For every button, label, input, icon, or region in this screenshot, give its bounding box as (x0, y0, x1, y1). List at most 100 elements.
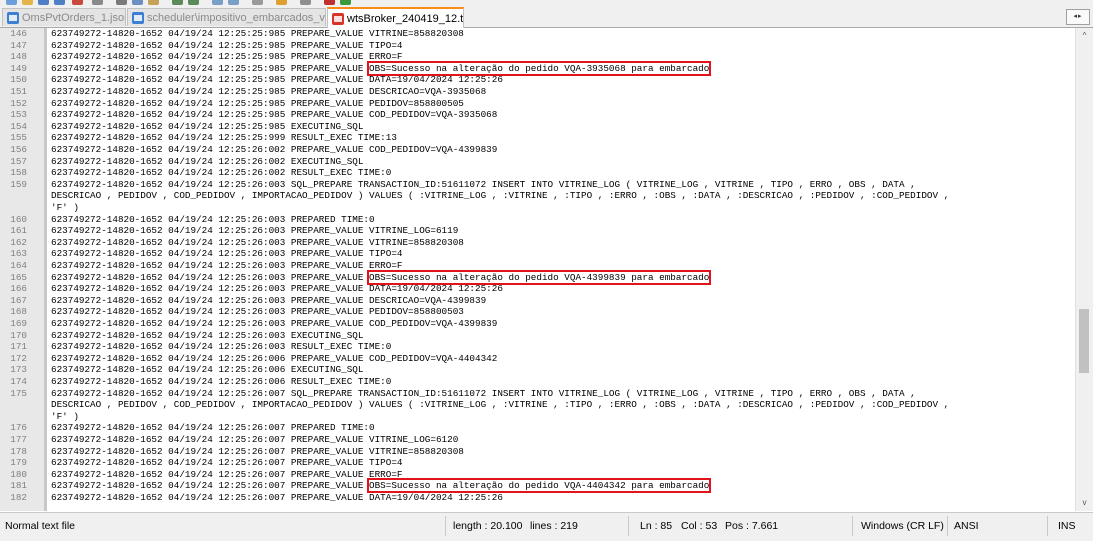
line-text: 623749272-14820-1652 04/19/24 12:25:26:0… (51, 434, 458, 446)
line-text: 623749272-14820-1652 04/19/24 12:25:25:9… (51, 121, 363, 133)
toolbar-print-icon[interactable] (92, 0, 103, 5)
toolbar-zoom-icon[interactable] (252, 0, 263, 5)
status-file-type: Normal text file (5, 520, 76, 532)
tab-omspvtorders-json[interactable]: OmsPvtOrders_1.json × (2, 8, 126, 26)
toolbar-replace-icon[interactable] (228, 0, 239, 5)
toolbar-copy-icon[interactable] (132, 0, 143, 5)
log-text: 623749272-14820-1652 04/19/24 12:25:26:0… (51, 341, 392, 353)
line-text: 623749272-14820-1652 04/19/24 12:25:26:0… (51, 492, 503, 504)
line-number: 177 (10, 434, 27, 445)
toolbar-wrap-icon[interactable] (300, 0, 311, 5)
status-bar: Normal text file length : 20.100 lines :… (0, 512, 1093, 541)
status-divider (852, 516, 853, 536)
toolbar-run-icon[interactable] (340, 0, 351, 5)
line-text: 623749272-14820-1652 04/19/24 12:25:26:0… (51, 179, 916, 191)
toolbar-sync-icon[interactable] (276, 0, 287, 5)
editor-line: 166 623749272-14820-1652 04/19/24 12:25:2… (0, 283, 1070, 295)
line-text: 623749272-14820-1652 04/19/24 12:25:26:0… (51, 167, 391, 179)
line-text: 'F' ) (51, 411, 79, 423)
status-divider (628, 516, 629, 536)
log-text: 623749272-14820-1652 04/19/24 12:25:26:0… (51, 213, 375, 225)
editor-line: 169 623749272-14820-1652 04/19/24 12:25:2… (0, 318, 1070, 330)
editor-line: DESCRICAO , PEDIDOV , COD_PEDIDOV , IMPO… (0, 399, 1070, 411)
line-number: 146 (10, 28, 27, 39)
line-number: 168 (10, 306, 27, 318)
log-text: 623749272-14820-1652 04/19/24 12:25:25:9… (51, 97, 464, 109)
scroll-up-arrow-icon[interactable]: ^ (1076, 29, 1093, 43)
status-length: length : 20.100 (453, 520, 523, 532)
editor-line: 'F' ) (0, 202, 1070, 214)
line-text: 623749272-14820-1652 04/19/24 12:25:26:0… (51, 457, 402, 469)
toolbar-paste-icon[interactable] (148, 0, 159, 5)
line-text: 623749272-14820-1652 04/19/24 12:25:25:9… (51, 98, 464, 110)
toolbar-open-icon[interactable] (22, 0, 33, 5)
editor-line: 156 623749272-14820-1652 04/19/24 12:25:2… (0, 144, 1070, 156)
toolbar-cut-icon[interactable] (116, 0, 127, 5)
line-number: 148 (10, 51, 27, 63)
toolbar-undo-icon[interactable] (172, 0, 183, 5)
log-text: 623749272-14820-1652 04/19/24 12:25:26:0… (51, 480, 370, 492)
blue-document-icon (7, 11, 19, 24)
status-position: Pos : 7.661 (725, 520, 779, 532)
editor-line: 170 623749272-14820-1652 04/19/24 12:25:2… (0, 330, 1070, 342)
line-number: 179 (10, 457, 27, 469)
text-editor[interactable]: 146 623749272-14820-1652 04/19/24 12:25:2… (0, 28, 1093, 511)
editor-line: 171 623749272-14820-1652 04/19/24 12:25:2… (0, 341, 1070, 353)
line-number: 160 (10, 213, 27, 225)
editor-line: 165 623749272-14820-1652 04/19/24 12:25:2… (0, 269, 1070, 285)
tab-scroll-arrows-icon[interactable]: ◂▸ (1066, 9, 1090, 25)
editor-line: 181 623749272-14820-1652 04/19/24 12:25:2… (0, 478, 1070, 494)
line-number: 165 (10, 271, 27, 283)
toolbar-macro-icon[interactable] (324, 0, 335, 5)
scrollbar-thumb[interactable] (1079, 309, 1089, 373)
toolbar-close-icon[interactable] (72, 0, 83, 5)
tab-wtsbroker-txt[interactable]: wtsBroker_240419_12.txt × (327, 7, 464, 28)
toolbar-new-icon[interactable] (6, 0, 17, 5)
editor-line: 157 623749272-14820-1652 04/19/24 12:25:2… (0, 156, 1070, 168)
log-text: 623749272-14820-1652 04/19/24 12:25:25:9… (51, 120, 364, 132)
log-text: 623749272-14820-1652 04/19/24 12:25:26:0… (51, 178, 916, 190)
status-lines: lines : 219 (530, 520, 578, 532)
editor-line: 175 623749272-14820-1652 04/19/24 12:25:2… (0, 388, 1070, 400)
line-number: 162 (10, 236, 27, 248)
vertical-scrollbar[interactable]: ^ v (1075, 28, 1093, 511)
line-text: 623749272-14820-1652 04/19/24 12:25:25:9… (51, 132, 397, 144)
highlighted-obs-text: OBS=Sucesso na alteração do pedido VQA-4… (367, 478, 712, 494)
log-text: 623749272-14820-1652 04/19/24 12:25:26:0… (51, 376, 392, 387)
highlighted-obs-text: OBS=Sucesso na alteração do pedido VQA-3… (367, 60, 712, 76)
tab-label: wtsBroker_240419_12.txt (347, 12, 464, 25)
line-number: 161 (10, 225, 27, 237)
toolbar-redo-icon[interactable] (188, 0, 199, 5)
log-text: 623749272-14820-1652 04/19/24 12:25:26:0… (51, 306, 464, 318)
line-number: 163 (10, 248, 27, 260)
line-text: 623749272-14820-1652 04/19/24 12:25:26:0… (51, 306, 464, 318)
line-text: 623749272-14820-1652 04/19/24 12:25:26:0… (51, 330, 363, 342)
line-text: 623749272-14820-1652 04/19/24 12:25:26:0… (51, 144, 497, 156)
line-text: 623749272-14820-1652 04/19/24 12:25:26:0… (51, 248, 402, 260)
scroll-down-arrow-icon[interactable]: v (1076, 496, 1093, 510)
toolbar-saveall-icon[interactable] (54, 0, 65, 5)
line-number: 158 (10, 167, 27, 179)
editor-line: 180 623749272-14820-1652 04/19/24 12:25:2… (0, 469, 1070, 481)
line-number: 150 (10, 74, 27, 86)
line-number: 182 (10, 492, 27, 503)
tab-scheduler-ini[interactable]: scheduler\impositivo_embarcados_vtex.ini… (127, 8, 326, 26)
toolbar-save-icon[interactable] (38, 0, 49, 5)
log-text: 623749272-14820-1652 04/19/24 12:25:25:9… (51, 86, 487, 97)
log-text: 623749272-14820-1652 04/19/24 12:25:26:0… (51, 352, 498, 364)
line-number: 153 (10, 109, 27, 121)
line-text: 623749272-14820-1652 04/19/24 12:25:26:0… (51, 341, 391, 353)
line-number: 156 (10, 144, 27, 155)
line-number: 157 (10, 155, 27, 167)
toolbar-find-icon[interactable] (212, 0, 223, 5)
log-text: 623749272-14820-1652 04/19/24 12:25:26:0… (51, 294, 487, 306)
log-text: 623749272-14820-1652 04/19/24 12:25:26:0… (51, 248, 403, 260)
log-text: 623749272-14820-1652 04/19/24 12:25:25:9… (51, 62, 370, 74)
editor-line: 167 623749272-14820-1652 04/19/24 12:25:2… (0, 295, 1070, 307)
line-number: 147 (10, 39, 27, 51)
log-text: 623749272-14820-1652 04/19/24 12:25:26:0… (51, 457, 403, 469)
line-text: 623749272-14820-1652 04/19/24 12:25:26:0… (51, 225, 458, 237)
line-number: 164 (10, 260, 27, 271)
editor-line: 159 623749272-14820-1652 04/19/24 12:25:2… (0, 179, 1070, 191)
blue-document-icon (132, 11, 144, 24)
